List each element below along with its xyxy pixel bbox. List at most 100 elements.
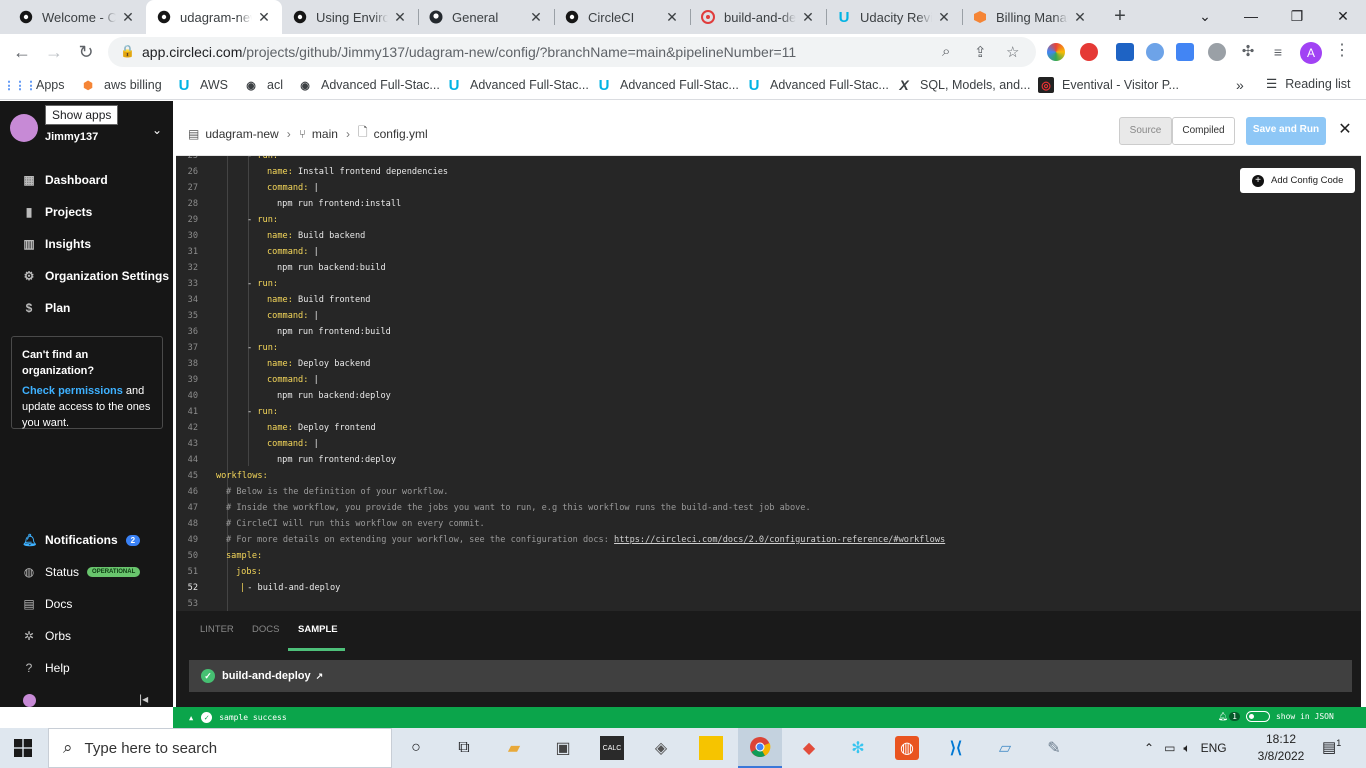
reading-list-button[interactable]: ☰ Reading list bbox=[1266, 76, 1351, 92]
chrome-taskbar-icon[interactable] bbox=[738, 728, 782, 768]
source-toggle-button[interactable]: Source bbox=[1119, 117, 1172, 145]
external-link-icon[interactable]: ↗ bbox=[316, 671, 324, 682]
save-and-run-button[interactable]: Save and Run bbox=[1246, 117, 1326, 145]
new-tab-button[interactable]: + bbox=[1108, 5, 1132, 29]
tab-docs[interactable]: DOCS bbox=[252, 624, 279, 635]
bookmark-advanced-1[interactable]: ◉ Advanced Full-Stac... bbox=[297, 76, 440, 94]
restore-button[interactable]: ❐ bbox=[1274, 0, 1320, 34]
close-tab-icon[interactable]: ✕ bbox=[1072, 9, 1088, 26]
tab-linter[interactable]: LINTER bbox=[200, 624, 234, 635]
nav-docs[interactable]: ▤ Docs bbox=[22, 594, 72, 614]
tab-udagram-new[interactable]: udagram-new ✕ bbox=[146, 0, 282, 34]
job-row[interactable]: ✓ build-and-deploy ↗ bbox=[189, 660, 1352, 692]
close-tab-icon[interactable]: ✕ bbox=[392, 9, 408, 26]
bookmark-advanced-2[interactable]: U Advanced Full-Stac... bbox=[446, 76, 589, 94]
tab-general[interactable]: General ✕ bbox=[418, 0, 554, 34]
close-tab-icon[interactable]: ✕ bbox=[936, 9, 952, 26]
extension-translate-icon[interactable] bbox=[1176, 43, 1194, 61]
json-toggle[interactable] bbox=[1245, 711, 1270, 722]
close-tab-icon[interactable]: ✕ bbox=[120, 9, 136, 26]
close-tab-icon[interactable]: ✕ bbox=[664, 9, 680, 26]
zoom-search-icon[interactable]: ⌕ bbox=[942, 43, 950, 60]
slack-icon[interactable]: ✻ bbox=[846, 736, 870, 760]
close-icon[interactable]: ✕ bbox=[1336, 121, 1354, 149]
sticky-notes-icon[interactable] bbox=[699, 736, 723, 760]
action-center-icon[interactable]: ▤1 bbox=[1322, 738, 1341, 756]
taskbar-clock[interactable]: 18:12 3/8/2022 bbox=[1254, 731, 1308, 765]
nav-help[interactable]: ? Help bbox=[22, 658, 70, 678]
bookmark-aws-billing[interactable]: ⬢ aws billing bbox=[80, 76, 161, 94]
nav-projects[interactable]: ▮ Projects bbox=[22, 202, 93, 222]
check-permissions-link[interactable]: Check permissions bbox=[22, 385, 123, 397]
volume-icon[interactable]: 🔈︎ bbox=[1183, 741, 1190, 756]
compiled-toggle-button[interactable]: Compiled bbox=[1172, 117, 1235, 145]
task-view-icon[interactable]: ⧉ bbox=[452, 736, 476, 760]
tab-build-and-deploy[interactable]: build-and-deploy ✕ bbox=[690, 0, 826, 34]
app-icon[interactable]: ◈ bbox=[649, 736, 673, 760]
extension-calendar-icon[interactable] bbox=[1116, 43, 1134, 61]
close-window-button[interactable]: ✕ bbox=[1320, 0, 1366, 34]
nav-dashboard[interactable]: ▦ Dashboard bbox=[22, 170, 107, 190]
paint-icon[interactable]: ✎ bbox=[1042, 736, 1066, 760]
breadcrumb-project[interactable]: udagram-new bbox=[205, 127, 278, 141]
config-editor[interactable]: 25 - run: 26 name: Install frontend depende… bbox=[176, 156, 1361, 611]
bookmark-advanced-4[interactable]: U Advanced Full-Stac... bbox=[746, 76, 889, 94]
file-explorer-icon[interactable]: ▰ bbox=[502, 736, 526, 760]
media-control-icon[interactable]: ≡ bbox=[1266, 40, 1290, 64]
bookmarks-overflow-button[interactable]: » bbox=[1236, 76, 1244, 94]
calculator-icon[interactable]: CALC bbox=[600, 736, 624, 760]
close-tab-icon[interactable]: ✕ bbox=[528, 9, 544, 26]
windows-start-icon[interactable] bbox=[14, 739, 32, 757]
tab-search-icon[interactable]: ⌄ bbox=[1182, 0, 1228, 34]
bell-icon[interactable]: 🔔︎ bbox=[1218, 712, 1228, 721]
nav-insights[interactable]: ▥ Insights bbox=[22, 234, 91, 254]
address-bar[interactable]: 🔒 app.circleci.com/projects/github/Jimmy… bbox=[108, 37, 1036, 67]
bookmark-apps[interactable]: ⋮⋮⋮ Apps bbox=[4, 76, 65, 94]
nav-plan[interactable]: $ Plan bbox=[22, 298, 71, 318]
nav-status[interactable]: ◍ Status OPERATIONAL bbox=[22, 562, 141, 582]
close-tab-icon[interactable]: ✕ bbox=[256, 9, 272, 26]
browser-menu-icon[interactable]: ⋮ bbox=[1334, 40, 1350, 60]
extension-satellite-icon[interactable] bbox=[1146, 43, 1164, 61]
tab-circleci[interactable]: CircleCI ✕ bbox=[554, 0, 690, 34]
bookmark-eventival[interactable]: ◎ Eventival - Visitor P... bbox=[1038, 76, 1179, 94]
taskbar-search[interactable]: ⌕ Type here to search bbox=[48, 728, 392, 768]
extension-color-icon[interactable] bbox=[1047, 43, 1065, 61]
bookmark-star-icon[interactable]: ☆ bbox=[1006, 43, 1019, 61]
close-tab-icon[interactable]: ✕ bbox=[800, 9, 816, 26]
forward-icon[interactable]: → bbox=[42, 40, 66, 64]
ubuntu-icon[interactable]: ◍ bbox=[895, 736, 919, 760]
nav-orbs[interactable]: ✲ Orbs bbox=[22, 626, 71, 646]
share-icon[interactable]: ⇪ bbox=[974, 43, 987, 61]
bookmark-acl[interactable]: ◉ acl bbox=[243, 76, 283, 94]
language-indicator[interactable]: ENG bbox=[1201, 741, 1227, 755]
extension-globe-icon[interactable] bbox=[1208, 43, 1226, 61]
bookmark-sql[interactable]: X SQL, Models, and... bbox=[896, 76, 1030, 94]
nav-organization-settings[interactable]: ⚙ Organization Settings bbox=[22, 266, 169, 286]
profile-avatar[interactable]: A bbox=[1300, 42, 1322, 64]
collapse-sidebar-icon[interactable]: |◂ bbox=[139, 692, 148, 706]
network-icon[interactable]: ▭ bbox=[1164, 741, 1175, 755]
extension-adblock-icon[interactable] bbox=[1080, 43, 1098, 61]
cortana-icon[interactable]: ○ bbox=[404, 736, 428, 760]
bookmark-advanced-3[interactable]: U Advanced Full-Stac... bbox=[596, 76, 739, 94]
nav-notifications[interactable]: 🔔︎ Notifications 2 bbox=[22, 530, 141, 550]
chevron-up-icon[interactable]: ⌃ bbox=[1144, 741, 1154, 755]
back-icon[interactable]: ← bbox=[10, 40, 34, 64]
git-icon[interactable]: ◆ bbox=[797, 736, 821, 760]
notepad-icon[interactable]: ▱ bbox=[993, 736, 1017, 760]
tab-welcome[interactable]: Welcome - CircleCI ✕ bbox=[8, 0, 146, 34]
add-config-code-button[interactable]: + Add Config Code bbox=[1240, 168, 1355, 193]
caret-up-icon[interactable]: ▲ bbox=[189, 714, 193, 722]
vscode-icon[interactable]: ⟩⟨ bbox=[944, 736, 968, 760]
extensions-puzzle-icon[interactable]: ✣ bbox=[1236, 40, 1260, 64]
minimize-button[interactable]: — bbox=[1228, 0, 1274, 34]
store-icon[interactable]: ▣ bbox=[551, 736, 575, 760]
reload-icon[interactable]: ↻ bbox=[74, 40, 98, 64]
breadcrumb-branch[interactable]: main bbox=[312, 127, 338, 141]
tab-env-vars[interactable]: Using Environment Variables ✕ bbox=[282, 0, 418, 34]
tab-sample[interactable]: SAMPLE bbox=[298, 624, 338, 635]
tab-udacity-reviews[interactable]: U Udacity Reviews ✕ bbox=[826, 0, 962, 34]
bookmark-aws[interactable]: U AWS bbox=[176, 76, 228, 94]
user-avatar[interactable] bbox=[23, 694, 36, 707]
